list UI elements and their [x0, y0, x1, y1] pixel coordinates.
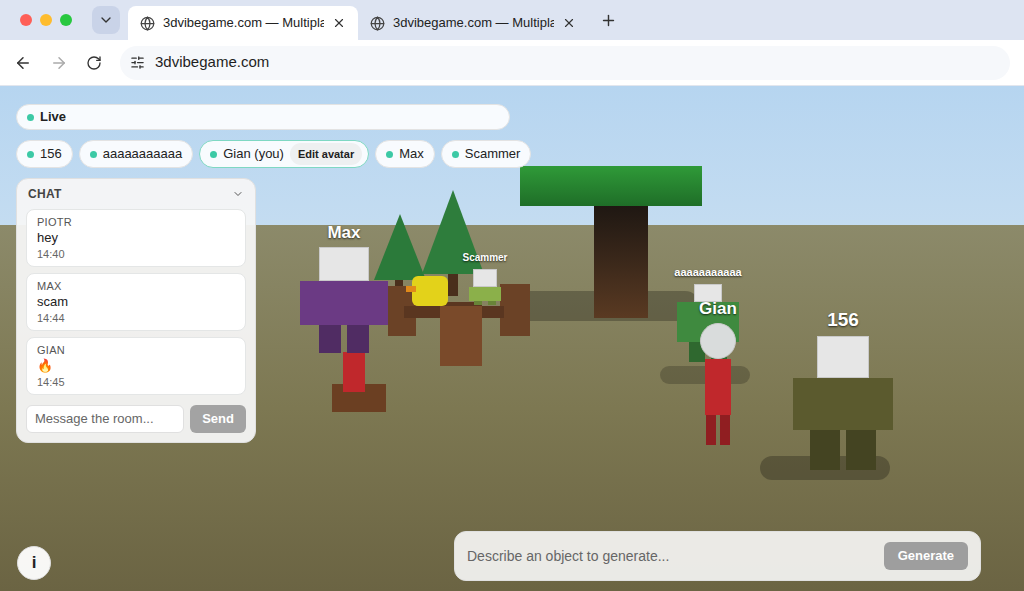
chat-panel: CHAT PIOTRhey14:40 MAXscam14:44 GIAN🔥14:45 S…: [16, 178, 256, 443]
online-dot: [27, 151, 34, 158]
red-toy: [343, 352, 365, 392]
player-chip[interactable]: aaaaaaaaaaa: [79, 140, 194, 168]
avatar-figure: [700, 323, 736, 445]
address-bar[interactable]: 3dvibegame.com: [120, 46, 1010, 80]
message-author: MAX: [37, 279, 235, 293]
chat-message: MAXscam14:44: [26, 273, 246, 331]
chat-composer: Send: [26, 405, 246, 433]
chair: [500, 284, 530, 336]
online-dot: [386, 151, 393, 158]
message-time: 14:44: [37, 311, 235, 325]
minimize-window-icon[interactable]: [40, 14, 52, 26]
player-name: Max: [399, 144, 424, 164]
chat-messages: PIOTRhey14:40 MAXscam14:44 GIAN🔥14:45: [26, 209, 246, 395]
message-time: 14:45: [37, 375, 235, 389]
close-window-icon[interactable]: [20, 14, 32, 26]
tree-trunk: [594, 204, 648, 318]
message-text: 🔥: [37, 357, 235, 375]
duck: [412, 276, 448, 306]
online-dot: [210, 151, 217, 158]
chevron-down-icon: [98, 12, 114, 28]
game-viewport[interactable]: Max Scammer aaaaaaaaaaa Gian 156 Live 156 aaaaa…: [0, 86, 1024, 591]
chat-header[interactable]: CHAT: [26, 185, 246, 203]
avatar-figure: [300, 247, 388, 353]
tab-search-button[interactable]: [92, 6, 120, 34]
chat-input[interactable]: [26, 405, 184, 433]
maximize-window-icon[interactable]: [60, 14, 72, 26]
avatar: Gian: [684, 298, 752, 445]
avatar-name-label: aaaaaaaaaaa: [674, 266, 741, 280]
message-text: scam: [37, 293, 235, 311]
player-chip[interactable]: Max: [375, 140, 435, 168]
chat-message: GIAN🔥14:45: [26, 337, 246, 395]
generate-input[interactable]: [467, 546, 876, 567]
avatar: 156: [786, 308, 900, 470]
chat-title: CHAT: [28, 185, 62, 203]
online-dot: [452, 151, 459, 158]
avatar-name-label: Gian: [699, 298, 737, 319]
close-tab-icon[interactable]: [332, 16, 346, 30]
avatar-name-label: Scammer: [462, 252, 507, 265]
player-chip[interactable]: Scammer: [441, 140, 532, 168]
chair: [440, 302, 482, 366]
player-name: Gian (you): [223, 144, 284, 164]
close-tab-icon[interactable]: [562, 16, 576, 30]
browser-window: 3dvibegame.com — Multiplay 3dvibegame.com…: [0, 0, 1024, 591]
back-arrow-icon[interactable]: [14, 54, 32, 72]
duck-beak: [406, 286, 416, 292]
player-name: aaaaaaaaaaa: [103, 144, 183, 164]
reload-icon[interactable]: [86, 55, 102, 71]
avatar: Max: [292, 222, 396, 353]
plus-icon: [600, 12, 617, 29]
globe-icon: [370, 16, 385, 31]
message-author: GIAN: [37, 343, 235, 357]
live-dot: [27, 114, 34, 121]
tab-bar: 3dvibegame.com — Multiplay 3dvibegame.com…: [0, 0, 1024, 40]
avatar-name-label: Max: [327, 222, 360, 243]
message-author: PIOTR: [37, 215, 235, 229]
status-label: Live: [40, 107, 66, 127]
new-tab-button[interactable]: [594, 6, 622, 34]
info-button[interactable]: i: [17, 546, 51, 580]
chat-message: PIOTRhey14:40: [26, 209, 246, 267]
send-button[interactable]: Send: [190, 405, 246, 433]
window-controls: [20, 14, 72, 26]
player-chip[interactable]: 156: [16, 140, 73, 168]
online-dot: [90, 151, 97, 158]
collapse-chevron-icon[interactable]: [232, 188, 244, 200]
message-text: hey: [37, 229, 235, 247]
site-settings-icon[interactable]: [130, 55, 145, 70]
avatar: Scammer: [452, 252, 518, 305]
avatar-figure: [793, 336, 893, 470]
player-name: Scammer: [465, 144, 521, 164]
tree-canopy: [520, 166, 702, 206]
globe-icon: [140, 16, 155, 31]
player-chip[interactable]: Gian (you) Edit avatar: [199, 140, 369, 168]
browser-tab[interactable]: 3dvibegame.com — Multiplay: [358, 6, 588, 40]
player-list: 156aaaaaaaaaaaGian (you)Edit avatarMaxSc…: [16, 140, 510, 168]
forward-arrow-icon[interactable]: [50, 54, 68, 72]
player-name: 156: [40, 144, 62, 164]
tab-title: 3dvibegame.com — Multiplay: [393, 13, 554, 33]
toolbar: 3dvibegame.com: [0, 40, 1024, 86]
generate-button[interactable]: Generate: [884, 542, 968, 570]
address-text: 3dvibegame.com: [155, 51, 269, 74]
message-time: 14:40: [37, 247, 235, 261]
browser-tab[interactable]: 3dvibegame.com — Multiplay: [128, 6, 358, 40]
edit-avatar-button[interactable]: Edit avatar: [290, 143, 362, 166]
tab-title: 3dvibegame.com — Multiplay: [163, 13, 324, 33]
generate-bar: Generate: [454, 531, 981, 581]
avatar-name-label: 156: [827, 308, 859, 332]
status-pill: Live: [16, 104, 510, 130]
avatar-figure: [469, 269, 501, 305]
hud-panel: Live 156 aaaaaaaaaaa Gian (you) Edit avatar M…: [16, 104, 510, 443]
